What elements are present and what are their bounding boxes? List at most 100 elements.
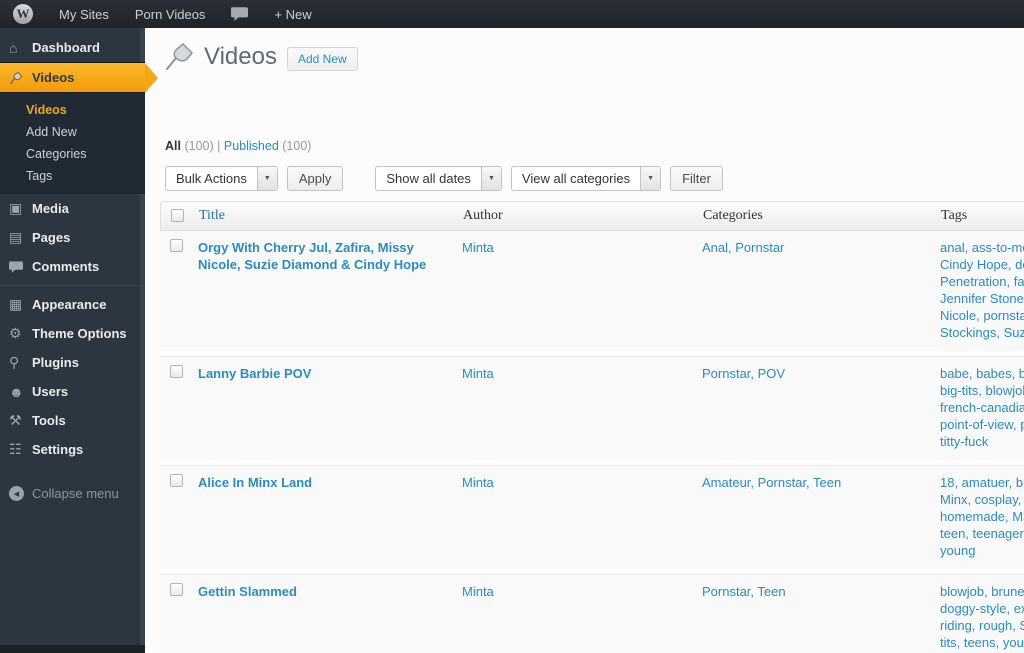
video-rows: Orgy With Cherry Jul, Zafira, Missy Nico… <box>160 231 1024 653</box>
tag-links[interactable]: titty-fuck <box>940 433 1024 450</box>
author-link[interactable]: Minta <box>462 240 494 255</box>
sidebar-item-label: Comments <box>32 259 100 274</box>
submenu-item-categories[interactable]: Categories <box>0 143 145 165</box>
admin-bar-comments-button[interactable] <box>218 0 261 28</box>
video-title-link[interactable]: Lanny Barbie POV <box>198 366 311 381</box>
sidebar-item-label: Videos <box>32 70 75 85</box>
tag-links[interactable]: Stockings, Suzie <box>940 324 1024 341</box>
sidebar-item-appearance[interactable]: ▦ Appearance <box>0 290 145 319</box>
submenu-item-add-new[interactable]: Add New <box>0 121 145 143</box>
tag-links[interactable]: Cindy Hope, dee <box>940 256 1024 273</box>
filter-button[interactable]: Filter <box>670 166 723 191</box>
gear-icon: ⚙ <box>9 325 22 341</box>
tag-links[interactable]: Penetration, faci <box>940 273 1024 290</box>
category-links[interactable]: Anal, Pornstar <box>702 240 784 255</box>
sidebar-item-media[interactable]: ▣ Media <box>0 194 145 223</box>
sidebar-submenu: Videos Add New Categories Tags <box>0 93 145 194</box>
wordpress-logo-button[interactable]: W <box>0 0 46 28</box>
row-checkbox[interactable] <box>170 583 183 596</box>
tag-links[interactable]: point-of-view, po <box>940 416 1024 433</box>
author-link[interactable]: Minta <box>462 366 494 381</box>
row-title-cell: Gettin Slammed <box>198 575 462 653</box>
apply-button[interactable]: Apply <box>286 166 344 191</box>
menu-separator <box>0 285 145 286</box>
video-title-link[interactable]: Alice In Minx Land <box>198 475 312 490</box>
tag-links[interactable]: Jennifer Stone, M <box>940 290 1024 307</box>
collapse-menu-button[interactable]: ◀ Collapse menu <box>0 486 145 501</box>
tag-links[interactable]: riding, rough, Sa <box>940 617 1024 634</box>
sidebar-item-videos[interactable]: Videos <box>0 62 158 93</box>
row-checkbox[interactable] <box>170 474 183 487</box>
sidebar-menu: ⌂ Dashboard Videos Videos Add New Categories T… <box>0 28 158 464</box>
comment-bubble-icon <box>9 260 32 273</box>
page-header: Videos Add New <box>145 28 1024 73</box>
tag-links[interactable]: 18, amatuer, bru <box>940 474 1024 491</box>
sort-by-title-link[interactable]: Title <box>199 208 225 223</box>
view-published-link[interactable]: Published <box>224 139 279 153</box>
row-title-cell: Orgy With Cherry Jul, Zafira, Missy Nico… <box>198 231 462 351</box>
tag-links[interactable]: blowjob, brunett <box>940 583 1024 600</box>
row-categories-cell: Pornstar, Teen <box>702 575 940 653</box>
chevron-down-icon: ▼ <box>640 167 661 190</box>
sidebar-item-plugins[interactable]: ⚲ Plugins <box>0 348 145 377</box>
select-all-checkbox[interactable] <box>171 209 184 223</box>
pages-icon: ▤ <box>9 229 23 245</box>
settings-icon: ☷ <box>9 441 22 457</box>
admin-bar-new-button[interactable]: + New <box>261 0 324 28</box>
tag-links[interactable]: Nicole, pornstar, <box>940 307 1024 324</box>
sidebar-item-settings[interactable]: ☷ Settings <box>0 435 145 464</box>
tag-links[interactable]: babe, babes, big <box>940 365 1024 382</box>
tag-links[interactable]: tits, teens, youn <box>940 634 1024 651</box>
sidebar-item-pages[interactable]: ▤ Pages <box>0 223 145 252</box>
admin-bar-site-name[interactable]: Porn Videos <box>122 0 219 28</box>
row-title-cell: Lanny Barbie POV <box>198 357 462 460</box>
row-title-cell: Alice In Minx Land <box>198 466 462 569</box>
table-row: Orgy With Cherry Jul, Zafira, Missy Nico… <box>160 231 1024 351</box>
dates-select[interactable]: Show all dates ▼ <box>375 166 502 191</box>
video-title-link[interactable]: Gettin Slammed <box>198 584 297 599</box>
row-checkbox-cell <box>160 357 198 460</box>
row-checkbox[interactable] <box>170 239 183 252</box>
sidebar-item-label: Tools <box>32 413 66 428</box>
row-author-cell: Minta <box>462 466 702 569</box>
plug-icon: ⚲ <box>9 354 20 370</box>
tag-links[interactable]: big-tits, blowjob, <box>940 382 1024 399</box>
tag-links[interactable]: homemade, Ma <box>940 508 1024 525</box>
tag-links[interactable]: young <box>940 542 1024 559</box>
categories-value: View all categories <box>521 171 631 186</box>
table-nav: Bulk Actions ▼ Apply Show all dates ▼ Vi… <box>165 166 1024 191</box>
tag-links[interactable]: french-canadian, <box>940 399 1024 416</box>
categories-select[interactable]: View all categories ▼ <box>510 166 662 191</box>
tag-links[interactable]: Minx, cosplay, cu <box>940 491 1024 508</box>
sidebar-item-comments[interactable]: Comments <box>0 252 145 281</box>
sidebar-item-theme-options[interactable]: ⚙ Theme Options <box>0 319 145 348</box>
sidebar-item-label: Theme Options <box>32 326 127 341</box>
table-header-row: Title Author Categories Tags <box>160 201 1024 231</box>
author-link[interactable]: Minta <box>462 584 494 599</box>
row-tags-cell: 18, amatuer, bruMinx, cosplay, cuhomemad… <box>940 466 1024 569</box>
add-new-button[interactable]: Add New <box>286 47 358 71</box>
category-links[interactable]: Pornstar, Teen <box>702 584 786 599</box>
author-link[interactable]: Minta <box>462 475 494 490</box>
sidebar-item-dashboard[interactable]: ⌂ Dashboard <box>0 33 145 62</box>
submenu-item-videos[interactable]: Videos <box>0 99 145 121</box>
submenu-item-tags[interactable]: Tags <box>0 165 145 187</box>
tag-links[interactable]: anal, ass-to-mou <box>940 239 1024 256</box>
category-links[interactable]: Pornstar, POV <box>702 366 785 381</box>
tag-links[interactable]: doggy-style, extr <box>940 600 1024 617</box>
pushpin-icon <box>9 71 32 85</box>
row-tags-cell: blowjob, brunettdoggy-style, extrriding,… <box>940 575 1024 653</box>
collapse-arrow-icon: ◀ <box>9 486 24 501</box>
admin-bar-my-sites[interactable]: My Sites <box>46 0 122 28</box>
sidebar-item-users[interactable]: ☻ Users <box>0 377 145 406</box>
category-links[interactable]: Amateur, Pornstar, Teen <box>702 475 841 490</box>
video-title-link[interactable]: Orgy With Cherry Jul, Zafira, Missy Nico… <box>198 240 426 272</box>
view-filter-links: All (100) | Published (100) <box>165 139 1024 153</box>
bulk-actions-select[interactable]: Bulk Actions ▼ <box>165 166 278 191</box>
tag-links[interactable]: teen, teenager, t <box>940 525 1024 542</box>
row-checkbox[interactable] <box>170 365 183 378</box>
row-categories-cell: Pornstar, POV <box>702 357 940 460</box>
table-row: Lanny Barbie POV Minta Pornstar, POV babe, … <box>160 356 1024 460</box>
view-all-link[interactable]: All <box>165 139 181 153</box>
sidebar-item-tools[interactable]: ⚒ Tools <box>0 406 145 435</box>
